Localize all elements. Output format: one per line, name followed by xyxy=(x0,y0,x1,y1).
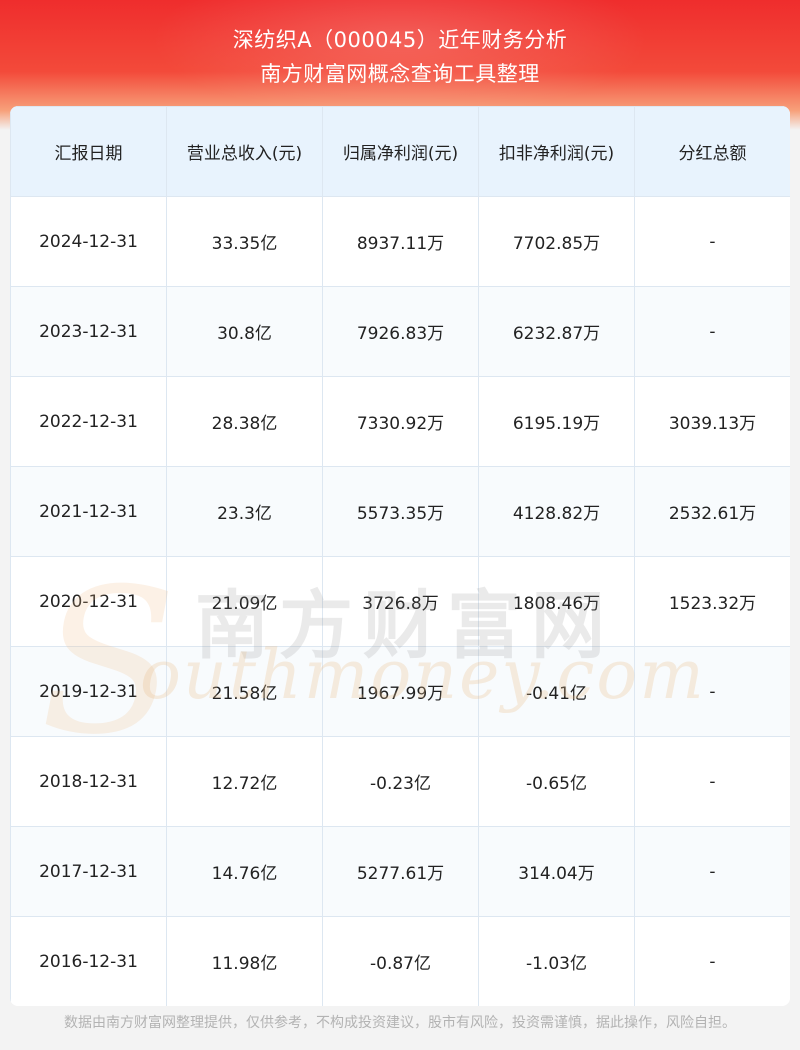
cell-dividend: - xyxy=(634,286,790,377)
column-header-deducted-profit: 扣非净利润(元) xyxy=(478,106,635,197)
table-header-row: 汇报日期 营业总收入(元) 归属净利润(元) 扣非净利润(元) 分红总额 xyxy=(10,106,790,197)
cell-net-profit: 5277.61万 xyxy=(322,826,479,917)
cell-dividend: - xyxy=(634,646,790,737)
cell-deducted-profit: 4128.82万 xyxy=(478,466,635,557)
cell-net-profit: -0.87亿 xyxy=(322,916,479,1006)
cell-revenue: 11.98亿 xyxy=(166,916,323,1006)
cell-deducted-profit: 314.04万 xyxy=(478,826,635,917)
cell-deducted-profit: 1808.46万 xyxy=(478,556,635,647)
table-row: 2021-12-31 23.3亿 5573.35万 4128.82万 2532.… xyxy=(10,466,790,557)
table-row: 2018-12-31 12.72亿 -0.23亿 -0.65亿 - xyxy=(10,736,790,827)
cell-revenue: 21.58亿 xyxy=(166,646,323,737)
table-row: 2024-12-31 33.35亿 8937.11万 7702.85万 - xyxy=(10,196,790,287)
cell-revenue: 14.76亿 xyxy=(166,826,323,917)
column-header-revenue: 营业总收入(元) xyxy=(166,106,323,197)
cell-date: 2020-12-31 xyxy=(10,556,167,647)
cell-net-profit: 7330.92万 xyxy=(322,376,479,467)
cell-dividend: 2532.61万 xyxy=(634,466,790,557)
cell-dividend: 3039.13万 xyxy=(634,376,790,467)
column-header-net-profit: 归属净利润(元) xyxy=(322,106,479,197)
table-row: 2023-12-31 30.8亿 7926.83万 6232.87万 - xyxy=(10,286,790,377)
cell-dividend: - xyxy=(634,196,790,287)
cell-revenue: 21.09亿 xyxy=(166,556,323,647)
table-row: 2022-12-31 28.38亿 7330.92万 6195.19万 3039… xyxy=(10,376,790,467)
cell-net-profit: -0.23亿 xyxy=(322,736,479,827)
financial-table: 汇报日期 营业总收入(元) 归属净利润(元) 扣非净利润(元) 分红总额 202… xyxy=(10,106,790,1006)
cell-net-profit: 1967.99万 xyxy=(322,646,479,737)
cell-net-profit: 8937.11万 xyxy=(322,196,479,287)
cell-deducted-profit: -0.41亿 xyxy=(478,646,635,737)
cell-deducted-profit: 6232.87万 xyxy=(478,286,635,377)
cell-deducted-profit: -1.03亿 xyxy=(478,916,635,1006)
disclaimer-footer: 数据由南方财富网整理提供，仅供参考，不构成投资建议，股市有风险，投资需谨慎，据此… xyxy=(64,1015,736,1031)
cell-revenue: 30.8亿 xyxy=(166,286,323,377)
cell-dividend: - xyxy=(634,826,790,917)
table-row: 2016-12-31 11.98亿 -0.87亿 -1.03亿 - xyxy=(10,916,790,1006)
cell-date: 2018-12-31 xyxy=(10,736,167,827)
cell-revenue: 23.3亿 xyxy=(166,466,323,557)
cell-deducted-profit: -0.65亿 xyxy=(478,736,635,827)
table-row: 2017-12-31 14.76亿 5277.61万 314.04万 - xyxy=(10,826,790,917)
cell-date: 2016-12-31 xyxy=(10,916,167,1006)
cell-date: 2019-12-31 xyxy=(10,646,167,737)
cell-date: 2017-12-31 xyxy=(10,826,167,917)
cell-dividend: - xyxy=(634,916,790,1006)
column-header-date: 汇报日期 xyxy=(10,106,167,197)
cell-date: 2024-12-31 xyxy=(10,196,167,287)
cell-net-profit: 5573.35万 xyxy=(322,466,479,557)
cell-dividend: 1523.32万 xyxy=(634,556,790,647)
cell-deducted-profit: 7702.85万 xyxy=(478,196,635,287)
column-header-dividend: 分红总额 xyxy=(634,106,790,197)
cell-net-profit: 3726.8万 xyxy=(322,556,479,647)
cell-dividend: - xyxy=(634,736,790,827)
table-row: 2020-12-31 21.09亿 3726.8万 1808.46万 1523.… xyxy=(10,556,790,647)
cell-net-profit: 7926.83万 xyxy=(322,286,479,377)
page-title: 深纺织A（000045）近年财务分析 xyxy=(232,28,568,52)
cell-revenue: 33.35亿 xyxy=(166,196,323,287)
page-subtitle: 南方财富网概念查询工具整理 xyxy=(260,62,540,86)
table-row: 2019-12-31 21.58亿 1967.99万 -0.41亿 - xyxy=(10,646,790,737)
cell-deducted-profit: 6195.19万 xyxy=(478,376,635,467)
cell-revenue: 28.38亿 xyxy=(166,376,323,467)
cell-date: 2021-12-31 xyxy=(10,466,167,557)
cell-date: 2022-12-31 xyxy=(10,376,167,467)
cell-revenue: 12.72亿 xyxy=(166,736,323,827)
cell-date: 2023-12-31 xyxy=(10,286,167,377)
financial-table-card: 汇报日期 营业总收入(元) 归属净利润(元) 扣非净利润(元) 分红总额 202… xyxy=(10,106,790,1006)
